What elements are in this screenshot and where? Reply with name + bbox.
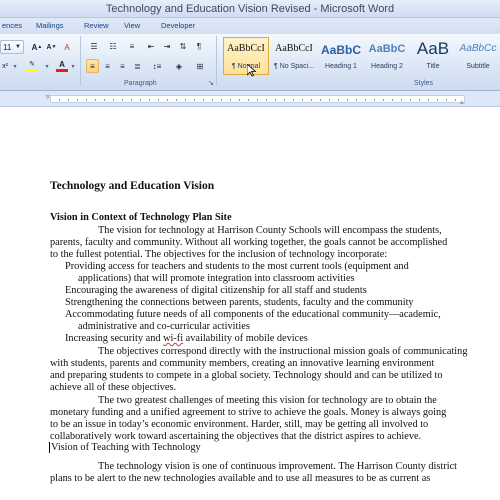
multilevel-list-button[interactable]: ≡ — [124, 39, 140, 53]
paragraph-line: to be an issue in today’s economic envir… — [50, 419, 429, 430]
decrease-indent-button[interactable]: ⇤ — [144, 39, 158, 53]
style-heading-1[interactable]: AaBbC Heading 1 — [318, 37, 364, 75]
list-item: Providing access for teachers and studen… — [65, 261, 409, 272]
paragraph-line: The vision for technology at Harrison Co… — [98, 225, 442, 236]
group-divider — [80, 36, 81, 86]
style-subtitle[interactable]: AaBbCc Subtitle — [456, 37, 500, 75]
title-bar: Technology and Education Vision Revised … — [0, 0, 500, 18]
highlighter-icon: ✎ — [29, 60, 35, 68]
font-color-button[interactable]: A — [54, 59, 70, 73]
paragraph-group-label: Paragraph — [124, 80, 157, 87]
numbered-list-icon: ☷ — [109, 41, 117, 51]
font-size-dropdown-icon: ▼ — [15, 44, 21, 50]
tab-developer[interactable]: Developer — [161, 21, 195, 30]
list-item: Encouraging the awareness of digital cit… — [65, 285, 367, 296]
list-item-continuation: applications) that will promote integrat… — [78, 273, 355, 284]
right-indent-marker-icon[interactable]: ▵ — [460, 98, 464, 106]
align-center-button[interactable]: ≡ — [101, 59, 114, 73]
styles-group-label: Styles — [414, 80, 434, 87]
sort-icon: ⇅ — [179, 41, 187, 51]
paragraph-line: monetary funding and a unified agreement… — [50, 407, 447, 418]
align-left-button[interactable]: ≡ — [86, 59, 99, 73]
tab-review[interactable]: Review — [84, 21, 109, 30]
font-color-dropdown-icon[interactable]: ▾ — [70, 59, 76, 73]
style-no-spacing[interactable]: AaBbCcI ¶ No Spaci... — [271, 37, 317, 75]
pilcrow-icon: ¶ — [196, 41, 202, 51]
ribbon-tabs: ences Mailings Review View Developer — [0, 18, 500, 34]
ruler-scale[interactable] — [50, 95, 465, 103]
borders-icon: ⊞ — [196, 61, 204, 71]
ribbon: 11 ▼ A ▲ A ▼ A x² ▾ ✎ ▾ A ▾ ☰ ☷ ≡ ⇤ ⇥ ⇅ ¶ … — [0, 34, 500, 91]
align-right-button[interactable]: ≡ — [116, 59, 129, 73]
font-size-box[interactable]: 11 ▼ — [0, 40, 24, 54]
outdent-icon: ⇤ — [147, 41, 155, 51]
align-right-icon: ≡ — [120, 61, 125, 71]
paragraph-line: and preparing students to compete in a g… — [50, 370, 443, 381]
style-heading-2[interactable]: AaBbC Heading 2 — [364, 37, 410, 75]
numbering-button[interactable]: ☷ — [105, 39, 121, 53]
multilevel-list-icon: ≡ — [129, 41, 135, 51]
clear-format-button[interactable]: A — [60, 40, 74, 54]
highlight-color-bar — [26, 68, 38, 72]
align-left-icon: ≡ — [90, 61, 95, 71]
text-insertion-cursor — [49, 442, 50, 453]
paragraph-line: The technology vision is one of continuo… — [98, 461, 458, 472]
indent-marker-icon[interactable]: ▿ — [46, 93, 50, 101]
section-heading-text: Vision of Teaching with Technology — [51, 442, 201, 453]
list-item-continuation: administrative and co-curricular activit… — [78, 321, 250, 332]
paragraph-line: achieve all of these objectives. — [50, 382, 177, 393]
paragraph-line: The objectives correspond directly with … — [98, 346, 468, 357]
sort-button[interactable]: ⇅ — [176, 39, 190, 53]
paragraph-line: collaboratively work toward ascertaining… — [50, 431, 422, 442]
justify-icon: ≣ — [134, 61, 141, 71]
document-title: Technology and Education Vision — [50, 180, 215, 192]
highlight-button[interactable]: ✎ — [22, 59, 42, 73]
horizontal-ruler[interactable]: ▿ ▵ — [0, 91, 500, 107]
shrink-font-button[interactable]: A ▼ — [45, 40, 58, 54]
window-title: Technology and Education Vision Revised … — [105, 3, 395, 15]
section-heading-context: Vision in Context of Technology Plan Sit… — [50, 212, 232, 223]
tab-mailings[interactable]: Mailings — [36, 21, 64, 30]
list-item-text: availability of mobile devices — [185, 333, 308, 344]
shading-button[interactable]: ◈ — [170, 59, 188, 73]
indent-icon: ⇥ — [163, 41, 171, 51]
bullets-button[interactable]: ☰ — [86, 39, 102, 53]
paragraph-line: plans to be alert to the new technologie… — [50, 473, 431, 484]
line-spacing-icon: ↕≡ — [152, 61, 162, 71]
show-marks-button[interactable]: ¶ — [192, 39, 206, 53]
text-effects-dropdown[interactable]: ▾ — [12, 59, 18, 73]
grow-arrow-icon: ▲ — [37, 44, 43, 50]
tab-view[interactable]: View — [124, 21, 140, 30]
paragraph-line: parents, faculty and community. Without … — [50, 237, 448, 248]
document-page[interactable]: Technology and Education Vision Vision i… — [0, 108, 500, 500]
paragraph-line: to the fullest potential. The objectives… — [50, 249, 388, 260]
group-divider — [216, 36, 217, 86]
misspelled-word[interactable]: wi-fi — [163, 333, 183, 344]
style-title[interactable]: AaB Title — [410, 37, 456, 75]
shrink-arrow-icon: ▼ — [51, 44, 57, 50]
align-center-icon: ≡ — [105, 61, 110, 71]
superscript-button[interactable]: x² — [0, 59, 10, 73]
list-item: Increasing security and wi-fi availabili… — [65, 333, 308, 345]
bullet-list-icon: ☰ — [90, 41, 98, 51]
style-normal[interactable]: AaBbCcI ¶ Normal — [223, 37, 269, 75]
list-item: Strengthening the connections between pa… — [65, 297, 414, 308]
justify-button[interactable]: ≣ — [131, 59, 144, 73]
tab-references[interactable]: ences — [2, 21, 22, 30]
paragraph-line: The two greatest challenges of meeting t… — [98, 395, 437, 406]
mouse-pointer-icon — [247, 64, 256, 77]
paint-bucket-icon: ◈ — [175, 61, 183, 71]
paragraph-dialog-launcher-icon[interactable]: ↘ — [208, 79, 214, 87]
grow-font-button[interactable]: A ▲ — [30, 40, 44, 54]
paragraph-line: with students, parents and community mem… — [50, 358, 435, 369]
font-color-bar — [56, 69, 68, 72]
borders-button[interactable]: ⊞ — [192, 59, 208, 73]
line-spacing-button[interactable]: ↕≡ — [148, 59, 166, 73]
list-item: Accommodating future needs of all compon… — [65, 309, 441, 320]
list-item-text: Increasing security and — [65, 333, 161, 344]
increase-indent-button[interactable]: ⇥ — [160, 39, 174, 53]
highlight-dropdown-icon[interactable]: ▾ — [44, 59, 50, 73]
